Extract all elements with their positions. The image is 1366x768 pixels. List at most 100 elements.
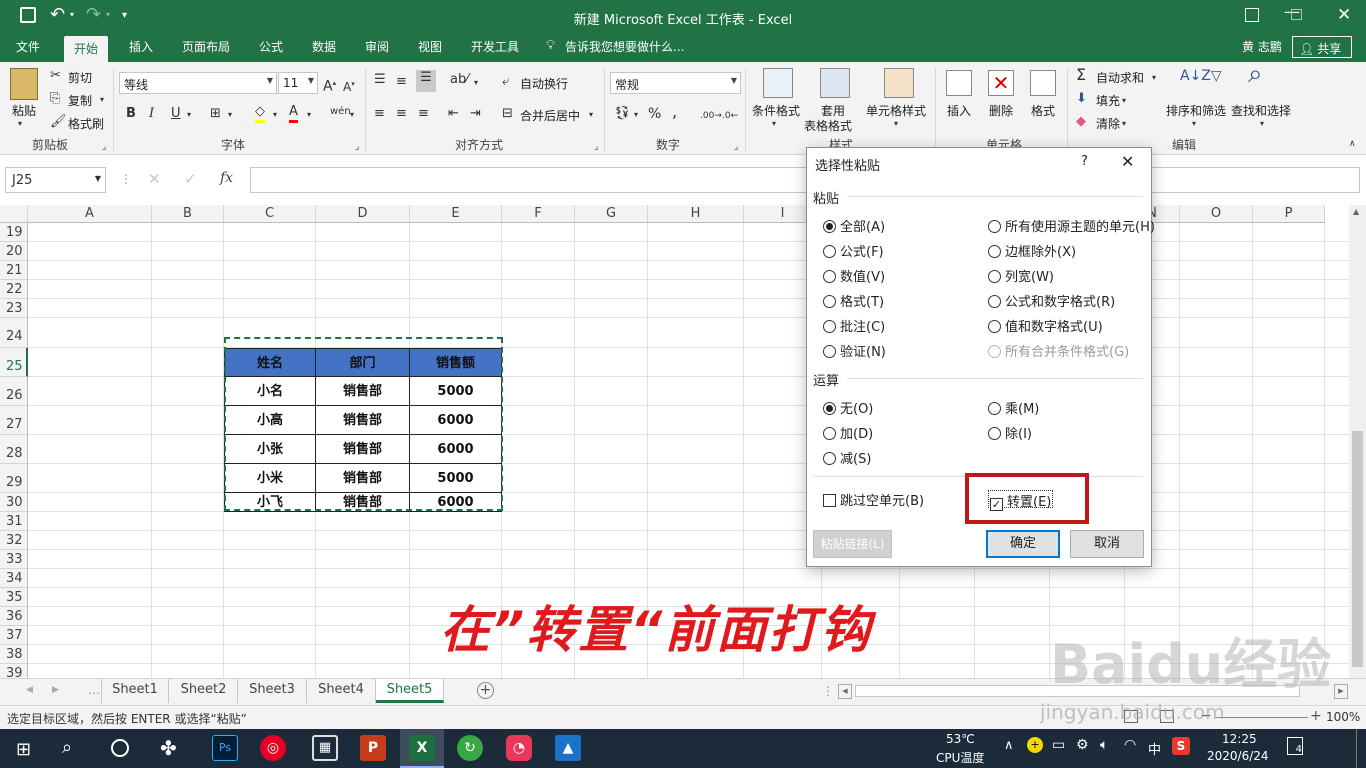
sheet-tab-overflow-icon[interactable]: … [88,683,100,697]
sheet-tab-sheet4[interactable]: Sheet4 [307,679,376,703]
fill-icon[interactable]: ⬇ [1076,91,1087,107]
ribbon-display-options-icon[interactable] [1245,8,1259,22]
row-header-34[interactable]: 34 [0,569,28,588]
tab-data[interactable]: 数据 [312,38,336,55]
insert-cells-button[interactable]: 插入 [947,102,971,119]
orientation-dropdown-icon[interactable]: ▾ [474,75,478,91]
gauge-app-icon[interactable]: ◔ [506,735,532,761]
formula-input[interactable] [250,167,1360,193]
copy-dropdown-icon[interactable]: ▾ [100,92,104,108]
row-header-35[interactable]: 35 [0,588,28,607]
paste-option-radio[interactable]: 数值(V) [823,266,885,285]
vertical-scrollbar[interactable]: ▲ [1349,205,1366,678]
ime-indicator[interactable]: 中 [1148,739,1161,758]
alignment-launcher-icon[interactable]: ⌟ [594,139,598,155]
fill-color-dropdown-icon[interactable]: ▾ [273,107,277,123]
share-button[interactable]: 👤︎ 共享 [1292,36,1352,58]
vertical-scroll-thumb[interactable] [1352,431,1363,667]
row-header-26[interactable]: 26 [0,377,28,406]
align-center-icon[interactable]: ≡ [396,106,407,122]
number-launcher-icon[interactable]: ⌟ [734,139,738,155]
font-size-combo[interactable]: 11 ▼ [278,72,318,94]
borders-icon[interactable]: ⊞ [210,106,221,122]
column-header-p[interactable]: P [1253,205,1325,223]
insert-cells-icon[interactable] [946,70,972,96]
row-header-20[interactable]: 20 [0,242,28,261]
zoom-slider[interactable] [1216,717,1308,718]
name-box[interactable]: J25 ▼ [5,167,106,193]
paste-option-radio[interactable]: 公式(F) [823,241,884,260]
column-header-a[interactable]: A [28,205,152,223]
search-icon[interactable]: ⌕ [1248,61,1263,87]
format-as-table-button-line2[interactable]: 表格格式 [804,117,852,134]
row-header-32[interactable]: 32 [0,531,28,550]
tab-formulas[interactable]: 公式 [259,38,283,55]
column-header-d[interactable]: D [316,205,410,223]
increase-decimal-icon[interactable]: .00→ [700,108,722,124]
collapse-ribbon-icon[interactable]: ∧ [1349,136,1356,152]
font-name-combo[interactable]: 等线 ▼ [119,72,277,94]
clear-button[interactable]: 清除 [1096,115,1120,132]
fill-dropdown-icon[interactable]: ▾ [1122,93,1126,109]
align-middle-icon[interactable]: ≡ [396,74,407,90]
sort-filter-dropdown-icon[interactable]: ▾ [1192,116,1196,132]
column-header-c[interactable]: C [224,205,316,223]
ok-button[interactable]: 确定 [986,530,1060,558]
align-right-icon[interactable]: ≡ [418,106,429,122]
confirm-entry-icon[interactable]: ✓ [184,170,197,188]
volume-icon[interactable]: 🔈︎ [1100,737,1108,753]
insert-function-icon[interactable]: fx [220,170,233,186]
font-launcher-icon[interactable]: ⌟ [355,139,359,155]
delete-cells-icon[interactable]: ✕ [988,70,1014,96]
browser-360-icon[interactable]: ↻ [457,735,483,761]
search-icon[interactable]: ⌕ [62,737,72,758]
powerpoint-icon[interactable]: P [360,735,386,761]
format-painter-button[interactable]: 格式刷 [68,115,104,132]
zoom-level[interactable]: 100% [1326,710,1360,724]
sort-filter-icon[interactable]: A↓Z▽ [1180,68,1222,84]
add-sheet-icon[interactable]: + [477,682,494,699]
sogou-ime-icon[interactable]: S [1172,737,1190,755]
paste-option-radio[interactable]: 边框除外(X) [988,241,1076,260]
row-header-30[interactable]: 30 [0,493,28,512]
next-sheet-icon[interactable]: ▶ [52,685,59,695]
copy-button[interactable]: 复制 [68,92,92,109]
fill-color-icon[interactable]: ◇ [255,104,265,123]
comma-style-icon[interactable]: , [672,104,677,120]
tab-page-layout[interactable]: 页面布局 [182,38,230,55]
tell-me-box[interactable]: 告诉我您想要做什么... [565,38,684,55]
underline-button[interactable]: U [171,106,181,122]
user-name[interactable]: 黄 志鹏 [1242,38,1282,55]
photoshop-icon[interactable]: Ps [212,735,238,761]
merge-center-icon[interactable]: ⊟ [502,106,513,122]
row-header-39[interactable]: 39 [0,664,28,678]
photos-icon[interactable]: ▲ [555,735,581,761]
autosum-dropdown-icon[interactable]: ▾ [1152,70,1156,86]
sheet-tab-sheet5[interactable]: Sheet5 [376,679,444,703]
close-icon[interactable]: ✕ [1337,5,1351,25]
underline-dropdown-icon[interactable]: ▾ [187,107,191,123]
notification-center-icon[interactable]: 4 [1287,737,1303,755]
tab-home[interactable]: 开始 [64,36,109,62]
operation-option-radio[interactable]: 乘(M) [988,398,1039,417]
paste-option-radio[interactable]: 格式(T) [823,291,884,310]
row-header-28[interactable]: 28 [0,435,28,464]
merge-center-button[interactable]: 合并后居中 [520,107,580,124]
align-top-icon[interactable]: ☰ [374,72,386,88]
delete-cells-button[interactable]: 删除 [989,102,1013,119]
autosum-icon[interactable]: Σ [1076,67,1086,83]
fill-button[interactable]: 填充 [1096,92,1120,109]
tray-device-icon[interactable]: ▭ [1052,737,1065,753]
tray-chevron-icon[interactable]: ∧ [1004,738,1014,753]
tab-developer[interactable]: 开发工具 [471,38,519,55]
cell-styles-icon[interactable] [884,68,914,98]
format-cells-icon[interactable] [1030,70,1056,96]
column-header-o[interactable]: O [1180,205,1253,223]
operation-option-radio[interactable]: 加(D) [823,423,873,442]
excel-icon[interactable]: X [409,735,435,761]
paste-option-radio[interactable]: 全部(A) [823,216,885,235]
pinwheel-app-icon[interactable]: ✤ [160,736,177,760]
paste-link-button[interactable]: 粘贴链接(L) [813,530,892,558]
borders-dropdown-icon[interactable]: ▾ [228,107,232,123]
restore-icon[interactable] [1291,9,1302,20]
